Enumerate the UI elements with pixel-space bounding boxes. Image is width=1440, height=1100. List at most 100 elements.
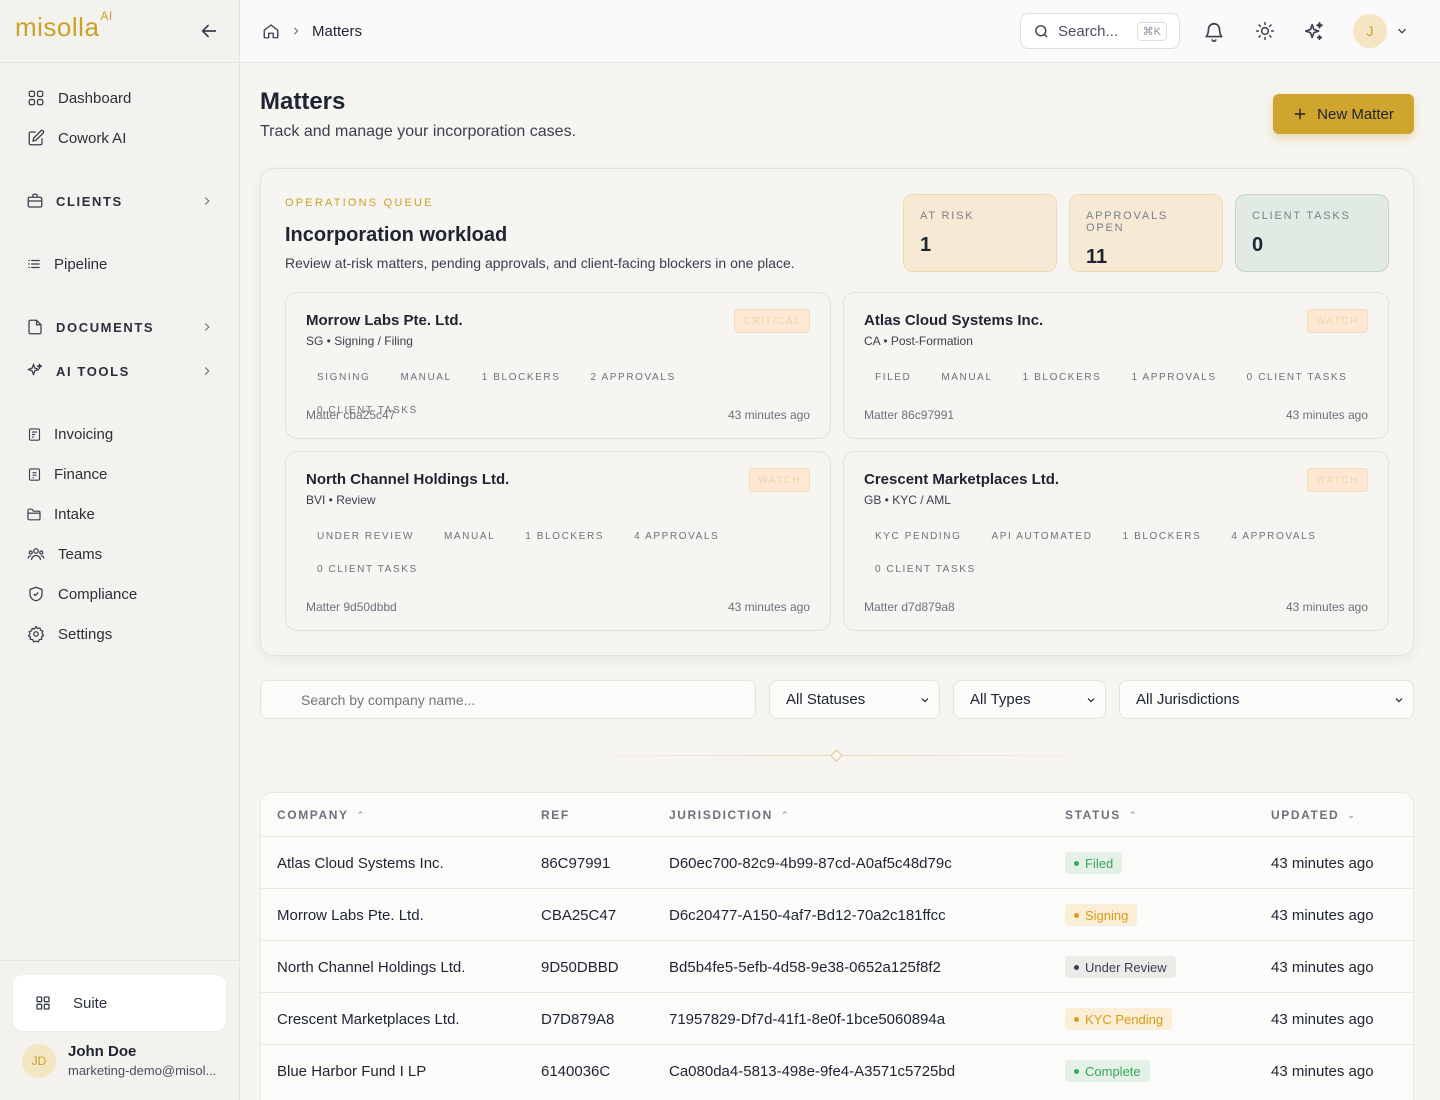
chevron-right-icon xyxy=(200,320,214,334)
matter-card[interactable]: Atlas Cloud Systems Inc. CA • Post-Format… xyxy=(843,292,1389,439)
matter-tag: 1 BLOCKERS xyxy=(481,372,561,383)
status-badge: Filed xyxy=(1065,852,1123,874)
sidebar-section-documents[interactable]: DOCUMENTS xyxy=(26,316,216,338)
matter-updated: 43 minutes ago xyxy=(727,408,810,422)
cell-jurisdiction: Ca080da4-5813-498e-9fe4-A3571c5725bd xyxy=(669,1063,956,1080)
avatar[interactable]: J xyxy=(1353,14,1387,48)
column-label: UPDATED xyxy=(1271,808,1340,822)
sidebar-section-clients[interactable]: CLIENTS xyxy=(26,190,216,212)
home-icon[interactable] xyxy=(262,22,280,40)
matter-tag: API AUTOMATED xyxy=(991,531,1093,542)
new-matter-label: New Matter xyxy=(1317,105,1394,123)
column-header-jurisdiction[interactable]: JURISDICTION ⌃ xyxy=(669,808,790,822)
table-row[interactable]: North Channel Holdings Ltd. 9D50DBBD Bd5b4… xyxy=(261,940,1413,992)
status-filter-value: All Statuses xyxy=(786,691,866,708)
shield-icon xyxy=(26,584,46,604)
operations-queue-panel: OPERATIONS QUEUE Incorporation workload … xyxy=(260,168,1414,656)
collapse-sidebar-icon[interactable] xyxy=(198,20,220,42)
table-row[interactable]: Morrow Labs Pte. Ltd. CBA25C47 D6c20477-A1… xyxy=(261,888,1413,940)
chevron-down-icon xyxy=(1085,694,1097,706)
sun-icon[interactable] xyxy=(1255,21,1277,43)
column-header-status[interactable]: STATUS ⌃ xyxy=(1065,808,1138,822)
queue-subtitle: Review at-risk matters, pending approval… xyxy=(285,255,795,271)
divider-diamond xyxy=(830,749,843,762)
matter-tag: 2 APPROVALS xyxy=(590,372,676,383)
sidebar-item-dashboard[interactable]: Dashboard xyxy=(26,87,131,109)
avatar: JD xyxy=(22,1043,56,1078)
matter-ref: Matter 86c97991 xyxy=(864,408,955,422)
stat-value: 0 xyxy=(1252,234,1264,256)
stat-card-client-tasks[interactable]: CLIENT TASKS 0 xyxy=(1235,194,1389,272)
company-search-input[interactable] xyxy=(260,680,756,719)
status-filter-select[interactable]: All Statuses xyxy=(769,680,940,719)
user-profile[interactable]: JD John Doe marketing-demo@misol... xyxy=(22,1043,216,1078)
table-row[interactable]: Atlas Cloud Systems Inc. 86C97991 D60ec700… xyxy=(261,836,1413,888)
matter-updated: 43 minutes ago xyxy=(1285,408,1368,422)
suite-button[interactable]: Suite xyxy=(13,975,226,1031)
stat-card-approvals-open[interactable]: APPROVALS OPEN 11 xyxy=(1069,194,1223,272)
matter-company-name: Crescent Marketplaces Ltd. xyxy=(864,471,1060,488)
status-dot xyxy=(1074,964,1079,970)
stat-value: 11 xyxy=(1086,246,1108,268)
matter-card[interactable]: North Channel Holdings Ltd. BVI • Review W… xyxy=(285,451,831,631)
sparkles-icon[interactable] xyxy=(1303,21,1325,43)
sidebar-item-invoicing[interactable]: Invoicing xyxy=(26,423,113,445)
matter-tag: 1 BLOCKERS xyxy=(1122,531,1202,542)
matter-card[interactable]: Crescent Marketplaces Ltd. GB • KYC / AML… xyxy=(843,451,1389,631)
matter-tag: 4 APPROVALS xyxy=(634,531,720,542)
cell-updated: 43 minutes ago xyxy=(1271,1011,1374,1028)
cell-updated: 43 minutes ago xyxy=(1271,907,1374,924)
matter-tags: FILED MANUAL 1 BLOCKERS 1 APPROVALS 0 CLIENT… xyxy=(864,369,1370,402)
sparkles-icon xyxy=(26,361,46,381)
sidebar-item-label: Finance xyxy=(54,465,108,483)
sidebar-item-finance[interactable]: Finance xyxy=(26,463,107,485)
column-header-ref[interactable]: REF xyxy=(541,808,570,822)
logo-sup: AI xyxy=(100,9,113,24)
type-filter-select[interactable]: All Types xyxy=(953,680,1106,719)
column-header-updated[interactable]: UPDATED ⌄ xyxy=(1271,808,1356,822)
matter-company-name: Morrow Labs Pte. Ltd. xyxy=(306,312,463,329)
briefcase-icon xyxy=(26,191,46,211)
sidebar-section-ai-tools[interactable]: AI TOOLS xyxy=(26,360,216,382)
logo[interactable]: misollaAI xyxy=(15,9,113,43)
sidebar-item-teams[interactable]: Teams xyxy=(26,543,102,565)
table-row[interactable]: Blue Harbor Fund I LP 6140036C Ca080da4-58… xyxy=(261,1044,1413,1096)
sidebar-item-settings[interactable]: Settings xyxy=(26,623,112,645)
sidebar-item-compliance[interactable]: Compliance xyxy=(26,583,137,605)
status-label: Complete xyxy=(1085,1063,1141,1079)
chevron-down-icon[interactable] xyxy=(1395,24,1409,38)
cell-updated: 43 minutes ago xyxy=(1271,959,1374,976)
sidebar-item-pipeline[interactable]: Pipeline xyxy=(26,253,107,275)
matter-tags: SIGNING MANUAL 1 BLOCKERS 2 APPROVALS 0 CLIE… xyxy=(306,369,812,435)
matters-table: COMPANY ⌃ REF JURISDICTION ⌃ STATUS ⌃ UPDAT… xyxy=(260,792,1414,1100)
matter-card[interactable]: Morrow Labs Pte. Ltd. SG • Signing / Fili… xyxy=(285,292,831,439)
sort-desc-icon: ⌄ xyxy=(1347,809,1357,820)
logo-row: misollaAI xyxy=(0,0,239,63)
table-row[interactable]: Crescent Marketplaces Ltd. D7D879A8 719578… xyxy=(261,992,1413,1044)
status-badge: Complete xyxy=(1065,1060,1150,1082)
new-matter-button[interactable]: New Matter xyxy=(1273,94,1414,134)
sidebar-item-cowork-ai[interactable]: Cowork AI xyxy=(26,127,126,149)
sort-asc-icon: ⌃ xyxy=(1128,809,1138,820)
sidebar-item-label: Settings xyxy=(58,625,113,643)
logo-text: misolla xyxy=(15,12,100,42)
status-label: Under Review xyxy=(1085,959,1167,975)
stat-card-at-risk[interactable]: AT RISK 1 xyxy=(903,194,1057,272)
sidebar-item-intake[interactable]: Intake xyxy=(26,503,95,525)
column-header-company[interactable]: COMPANY ⌃ xyxy=(277,808,366,822)
risk-badge: CRITICAL xyxy=(734,309,810,333)
matter-ref: Matter 9d50dbbd xyxy=(306,600,397,614)
status-dot xyxy=(1074,1016,1079,1022)
cell-updated: 43 minutes ago xyxy=(1271,855,1374,872)
sort-asc-icon: ⌃ xyxy=(780,809,791,820)
matter-tags: UNDER REVIEW MANUAL 1 BLOCKERS 4 APPROVALS 0… xyxy=(306,528,812,594)
bell-icon[interactable] xyxy=(1203,21,1225,43)
global-search[interactable]: Search... ⌘K xyxy=(1020,13,1180,49)
matter-tags: KYC PENDING API AUTOMATED 1 BLOCKERS 4 APPR… xyxy=(864,528,1370,594)
cell-ref: 86C97991 xyxy=(541,855,611,872)
sidebar-section-label: AI TOOLS xyxy=(56,363,130,379)
matter-company-name: Atlas Cloud Systems Inc. xyxy=(864,312,1044,329)
stat-value: 1 xyxy=(920,234,932,256)
sidebar-divider xyxy=(0,960,239,961)
jurisdiction-filter-select[interactable]: All Jurisdictions xyxy=(1119,680,1414,719)
